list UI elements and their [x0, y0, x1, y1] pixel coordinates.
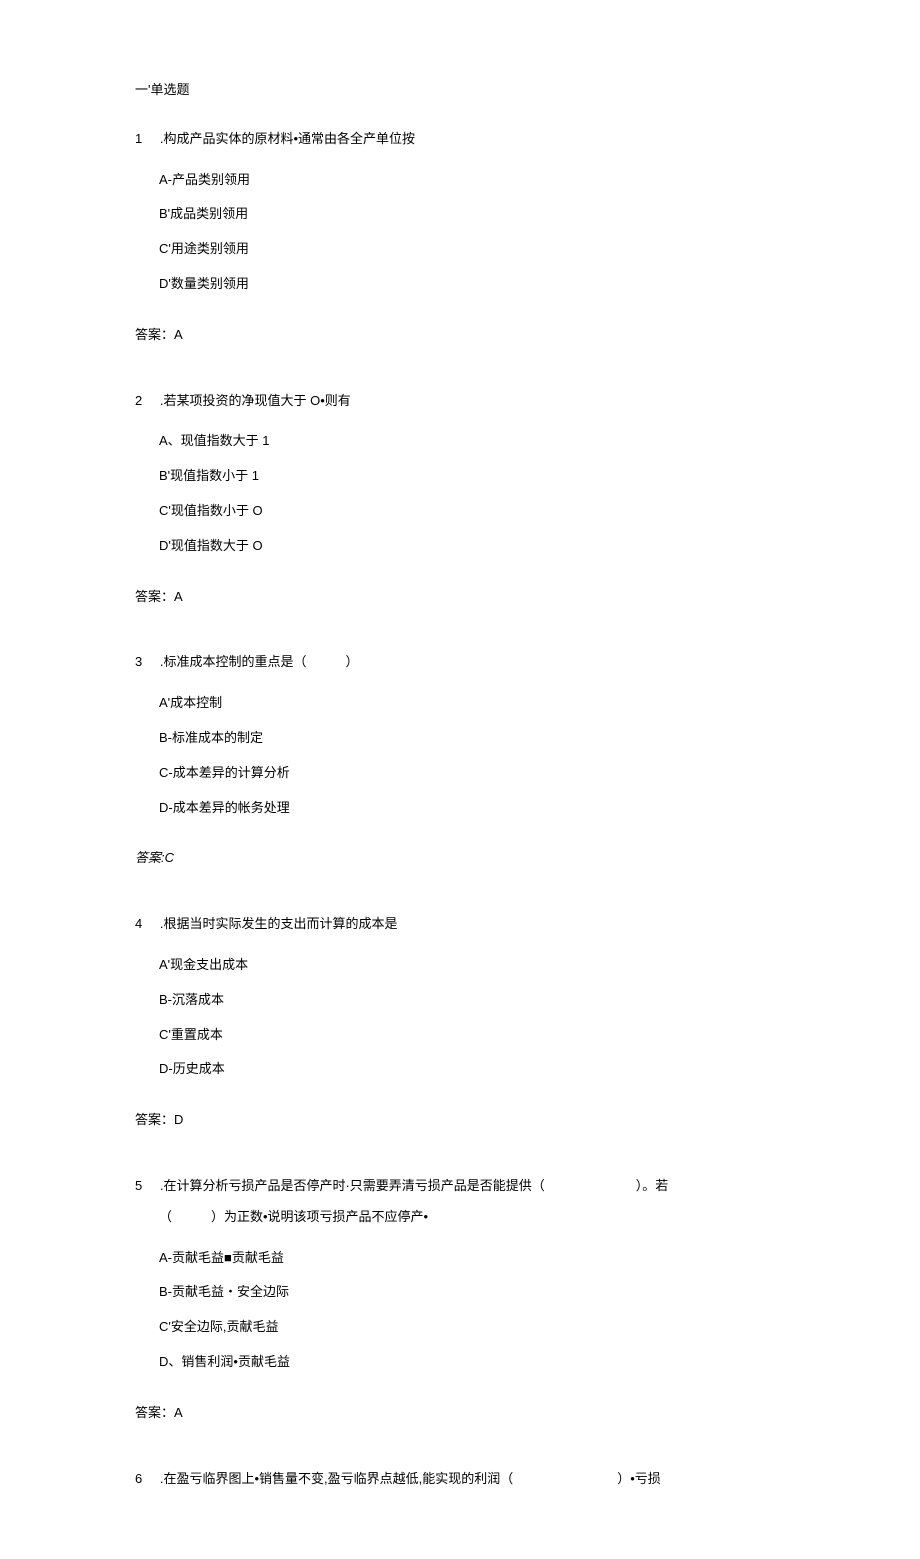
question-text: 3 .标准成本控制的重点是（ ）: [135, 652, 785, 673]
option-c: C'重置成本: [159, 1025, 785, 1046]
question-block-4: 4 .根据当时实际发生的支出而计算的成本是 A'现金支出成本 B-沉落成本 C'…: [135, 914, 785, 1080]
question-text: 2 .若某项投资的净现值大于 O•则有: [135, 391, 785, 412]
question-number: 2: [135, 391, 142, 412]
question-content: .在盈亏临界图上•销售量不变,盈亏临界点越低,能实现的利润（ ）•亏损: [160, 1471, 661, 1486]
question-number: 1: [135, 129, 142, 150]
question-text: 1 .构成产品实体的原材料•通常由各全产单位按: [135, 129, 785, 150]
option-d: D、销售利润•贡献毛益: [159, 1352, 785, 1373]
section-header-text: 一'单选题: [135, 82, 189, 97]
question-text: 6 .在盈亏临界图上•销售量不变,盈亏临界点越低,能实现的利润（ ）•亏损: [135, 1469, 785, 1490]
question-content: .构成产品实体的原材料•通常由各全产单位按: [160, 131, 415, 146]
answer: 答案：A: [135, 325, 785, 346]
question-text: 4 .根据当时实际发生的支出而计算的成本是: [135, 914, 785, 935]
question-content: .标准成本控制的重点是（ ）: [160, 654, 359, 669]
question-number: 5: [135, 1176, 142, 1197]
question-block-6: 6 .在盈亏临界图上•销售量不变,盈亏临界点越低,能实现的利润（ ）•亏损: [135, 1469, 785, 1490]
options-list: A'现金支出成本 B-沉落成本 C'重置成本 D-历史成本: [135, 955, 785, 1080]
option-b: B-标准成本的制定: [159, 728, 785, 749]
options-list: A-贡献毛益■贡献毛益 B-贡献毛益・安全边际 C'安全边际,贡献毛益 D、销售…: [135, 1248, 785, 1373]
option-b: B'现值指数小于 1: [159, 466, 785, 487]
option-a: A-产品类别领用: [159, 170, 785, 191]
option-a: A、现值指数大于 1: [159, 431, 785, 452]
option-c: C'现值指数小于 O: [159, 501, 785, 522]
section-header: 一'单选题: [135, 80, 785, 101]
option-a: A'成本控制: [159, 693, 785, 714]
question-content-line2: （ ）为正数•说明该项亏损产品不应停产•: [135, 1207, 785, 1228]
options-list: A'成本控制 B-标准成本的制定 C-成本差异的计算分析 D-成本差异的帐务处理: [135, 693, 785, 818]
question-content: .根据当时实际发生的支出而计算的成本是: [160, 916, 398, 931]
question-text: 5 .在计算分析亏损产品是否停产时·只需要弄清亏损产品是否能提供（ ）。若: [135, 1176, 785, 1197]
option-a: A-贡献毛益■贡献毛益: [159, 1248, 785, 1269]
option-b: B-贡献毛益・安全边际: [159, 1282, 785, 1303]
question-block-3: 3 .标准成本控制的重点是（ ） A'成本控制 B-标准成本的制定 C-成本差异…: [135, 652, 785, 818]
option-d: D-成本差异的帐务处理: [159, 798, 785, 819]
option-b: B-沉落成本: [159, 990, 785, 1011]
option-a: A'现金支出成本: [159, 955, 785, 976]
answer: 答案：A: [135, 1403, 785, 1424]
option-d: D-历史成本: [159, 1059, 785, 1080]
answer: 答案：D: [135, 1110, 785, 1131]
option-d: D'现值指数大于 O: [159, 536, 785, 557]
question-number: 4: [135, 914, 142, 935]
question-content: .在计算分析亏损产品是否停产时·只需要弄清亏损产品是否能提供（ ）。若: [160, 1178, 668, 1193]
question-content: .若某项投资的净现值大于 O•则有: [160, 393, 351, 408]
options-list: A-产品类别领用 B'成品类别领用 C'用途类别领用 D'数量类别领用: [135, 170, 785, 295]
question-number: 6: [135, 1469, 142, 1490]
answer: 答案：A: [135, 587, 785, 608]
option-d: D'数量类别领用: [159, 274, 785, 295]
answer: 答案:C: [135, 848, 785, 869]
question-block-1: 1 .构成产品实体的原材料•通常由各全产单位按 A-产品类别领用 B'成品类别领…: [135, 129, 785, 295]
option-c: C-成本差异的计算分析: [159, 763, 785, 784]
question-block-5: 5 .在计算分析亏损产品是否停产时·只需要弄清亏损产品是否能提供（ ）。若 （ …: [135, 1176, 785, 1373]
options-list: A、现值指数大于 1 B'现值指数小于 1 C'现值指数小于 O D'现值指数大…: [135, 431, 785, 556]
question-number: 3: [135, 652, 142, 673]
question-block-2: 2 .若某项投资的净现值大于 O•则有 A、现值指数大于 1 B'现值指数小于 …: [135, 391, 785, 557]
option-c: C'用途类别领用: [159, 239, 785, 260]
option-b: B'成品类别领用: [159, 204, 785, 225]
